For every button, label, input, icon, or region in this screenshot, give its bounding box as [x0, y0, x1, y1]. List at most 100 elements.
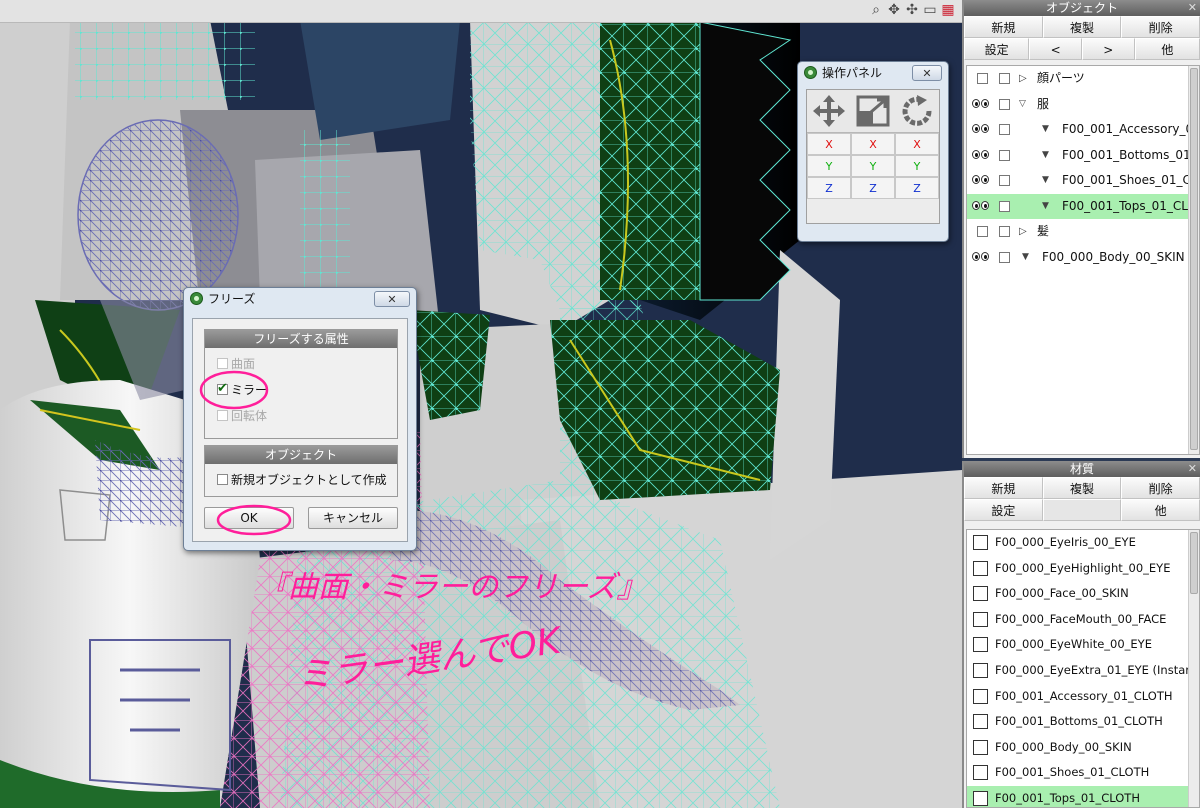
material-checkbox[interactable] — [973, 765, 988, 781]
object-row[interactable]: ▼ F00_001_Tops_01_CLOT — [967, 193, 1200, 219]
mirror-checkbox[interactable] — [217, 381, 228, 397]
material-row-label: F00_001_Shoes_01_CLOTH — [995, 765, 1150, 780]
material-checkbox[interactable] — [973, 535, 988, 550]
move-x-button[interactable]: X — [807, 133, 851, 155]
object-row[interactable]: ▼ F00_000_Body_00_SKIN — [967, 245, 1199, 271]
object-row[interactable]: ▼ F00_001_Bottoms_01_C — [967, 143, 1199, 169]
material-row[interactable]: F00_001_Accessory_01_CLOTH — [967, 684, 1199, 710]
new-object-checkbox[interactable] — [217, 474, 228, 485]
material-row-label: F00_000_EyeIris_00_EYE — [995, 535, 1136, 549]
material-row[interactable]: F00_000_EyeHighlight_00_EYE — [967, 556, 1199, 582]
new-object-option[interactable]: 新規オブジェクトとして作成 — [217, 472, 387, 488]
material-checkbox[interactable] — [973, 662, 988, 678]
material-row[interactable]: F00_001_Shoes_01_CLOTH — [967, 760, 1199, 786]
delete-material-button[interactable]: 削除 — [1121, 477, 1200, 499]
object-row[interactable]: ▼ F00_001_Accessory_01_C — [967, 117, 1199, 143]
object-row[interactable]: ▷ 髪 — [967, 219, 1199, 245]
lock-checkbox[interactable] — [999, 149, 1010, 161]
eye-icon[interactable] — [972, 175, 991, 185]
cancel-button[interactable]: キャンセル — [308, 507, 398, 529]
material-row[interactable]: F00_000_EyeWhite_00_EYE — [967, 632, 1199, 658]
visibility-checkbox[interactable] — [977, 73, 988, 84]
eye-icon[interactable] — [972, 200, 991, 211]
screen-layout-icon[interactable]: ▭ — [922, 2, 938, 18]
ok-button[interactable]: OK — [204, 507, 294, 529]
object-row[interactable]: ▼ F00_001_Shoes_01_CLO — [967, 168, 1199, 194]
material-checkbox[interactable] — [973, 637, 988, 653]
rotate-y-button[interactable]: Y — [895, 155, 939, 177]
lock-checkbox[interactable] — [999, 251, 1010, 263]
expand-icon[interactable]: ▷ — [1019, 219, 1027, 244]
operation-panel-titlebar[interactable]: 操作パネル ✕ — [798, 62, 948, 84]
object-settings-button[interactable]: 設定 — [964, 38, 1030, 60]
object-more-button[interactable]: 他 — [1134, 38, 1200, 60]
freeze-dialog[interactable]: フリーズ ✕ フリーズする属性 曲面 ミラー 回転体 オブジェクト 新規オブジェ… — [183, 287, 417, 551]
close-icon[interactable]: ✕ — [1188, 461, 1197, 477]
material-checkbox[interactable] — [973, 790, 988, 806]
scale-x-button[interactable]: X — [851, 133, 895, 155]
close-button[interactable]: ✕ — [912, 65, 942, 81]
object-row[interactable]: ▷ 顔パーツ — [967, 66, 1199, 92]
move-y-button[interactable]: Y — [807, 155, 851, 177]
object-row-label: F00_001_Tops_01_CLOT — [1062, 198, 1200, 213]
material-row[interactable]: F00_000_EyeIris_00_EYE — [967, 530, 1199, 556]
next-object-button[interactable]: > — [1082, 38, 1135, 60]
object-panel-title-text: オブジェクト — [1045, 1, 1118, 15]
material-checkbox[interactable] — [973, 688, 988, 704]
magnifier-icon[interactable]: ⌕ — [868, 2, 884, 18]
eye-icon[interactable] — [972, 149, 991, 160]
material-checkbox[interactable] — [973, 611, 988, 627]
material-checkbox[interactable] — [973, 714, 988, 730]
material-list-scrollbar[interactable] — [1188, 530, 1199, 807]
lock-checkbox[interactable] — [999, 73, 1010, 84]
expand-icon[interactable]: ▷ — [1019, 66, 1027, 91]
rotate-view-icon[interactable]: ✣ — [904, 2, 920, 18]
material-more-button[interactable]: 他 — [1121, 499, 1200, 521]
eye-icon[interactable] — [972, 98, 991, 109]
eye-icon[interactable] — [972, 251, 991, 262]
rotate-x-button[interactable]: X — [895, 133, 939, 155]
collapse-icon[interactable]: ▽ — [1019, 92, 1026, 117]
material-checkbox[interactable] — [973, 560, 988, 576]
close-icon[interactable]: ✕ — [1188, 0, 1197, 16]
material-checkbox[interactable] — [973, 739, 988, 755]
close-button[interactable]: ✕ — [374, 291, 410, 307]
delete-object-button[interactable]: 削除 — [1121, 16, 1200, 38]
material-row[interactable]: F00_000_Body_00_SKIN — [967, 735, 1199, 761]
lock-checkbox[interactable] — [999, 98, 1010, 110]
prev-object-button[interactable]: < — [1029, 38, 1082, 60]
material-row[interactable]: F00_001_Bottoms_01_CLOTH — [967, 709, 1199, 735]
lock-checkbox[interactable] — [999, 200, 1010, 212]
scale-y-button[interactable]: Y — [851, 155, 895, 177]
new-object-button[interactable]: 新規 — [964, 16, 1043, 38]
object-list-scrollbar[interactable] — [1188, 66, 1199, 454]
material-checkbox[interactable] — [973, 586, 988, 602]
lock-checkbox[interactable] — [999, 175, 1010, 186]
move-cross-icon[interactable]: ✥ — [886, 2, 902, 18]
lock-checkbox[interactable] — [999, 124, 1010, 135]
material-row[interactable]: F00_001_Tops_01_CLOTH — [967, 785, 1199, 807]
scale-z-button[interactable]: Z — [851, 177, 895, 199]
move-z-button[interactable]: Z — [807, 177, 851, 199]
scale-icon[interactable] — [851, 90, 895, 132]
move-icon[interactable] — [807, 90, 851, 132]
new-material-button[interactable]: 新規 — [964, 477, 1043, 499]
rotate-z-button[interactable]: Z — [895, 177, 939, 199]
freeze-mirror-option[interactable]: ミラー — [217, 381, 267, 398]
material-row[interactable]: F00_000_FaceMouth_00_FACE — [967, 607, 1199, 633]
duplicate-material-button[interactable]: 複製 — [1042, 477, 1122, 499]
operation-panel[interactable]: 操作パネル ✕ X X X Y Y Y Z Z Z — [797, 61, 949, 242]
lock-checkbox[interactable] — [999, 226, 1010, 237]
rotate-icon[interactable] — [895, 90, 939, 132]
material-row[interactable]: F00_000_Face_00_SKIN — [967, 581, 1199, 607]
duplicate-object-button[interactable]: 複製 — [1042, 16, 1122, 38]
eye-icon[interactable] — [972, 124, 991, 134]
visibility-checkbox[interactable] — [977, 226, 988, 237]
color-grid-icon[interactable]: ▦ — [940, 2, 956, 18]
object-row[interactable]: ▽ 服 — [967, 92, 1199, 118]
material-row[interactable]: F00_000_EyeExtra_01_EYE (Instar — [967, 658, 1199, 684]
object-group: オブジェクト 新規オブジェクトとして作成 — [204, 445, 398, 497]
viewport-tools: ⌕ ✥ ✣ ▭ ▦ — [868, 2, 956, 18]
material-settings-button[interactable]: 設定 — [964, 499, 1043, 521]
freeze-dialog-titlebar[interactable]: フリーズ ✕ — [184, 288, 416, 310]
